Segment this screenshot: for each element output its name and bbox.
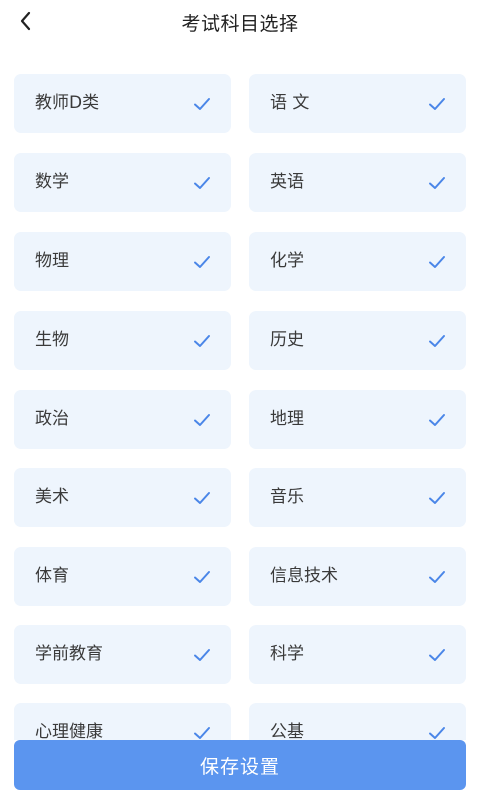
subject-label: 体育 (35, 566, 69, 586)
check-icon (194, 414, 210, 426)
subject-label: 地理 (270, 409, 304, 429)
subject-label: 化学 (270, 251, 304, 271)
check-icon (429, 335, 445, 347)
check-icon (194, 492, 210, 504)
check-icon (194, 571, 210, 583)
subject-card[interactable]: 公基 (249, 703, 466, 740)
subject-card[interactable]: 学前教育 (14, 625, 231, 684)
check-icon (429, 727, 445, 739)
subject-card[interactable]: 生物 (14, 311, 231, 370)
subject-label: 政治 (35, 409, 69, 429)
subject-card[interactable]: 数学 (14, 153, 231, 212)
subject-card[interactable]: 化学 (249, 232, 466, 291)
subject-label: 生物 (35, 330, 69, 350)
subject-label: 科学 (270, 644, 304, 664)
check-icon (429, 177, 445, 189)
subject-label: 物理 (35, 251, 69, 271)
subject-label: 数学 (35, 172, 69, 192)
check-icon (194, 177, 210, 189)
subject-card[interactable]: 体育 (14, 547, 231, 606)
subject-card[interactable]: 心理健康 (14, 703, 231, 740)
check-icon (194, 727, 210, 739)
top-bar: 考试科目选择 (0, 0, 480, 44)
subject-label: 心理健康 (35, 722, 103, 740)
subject-card[interactable]: 科学 (249, 625, 466, 684)
subject-label: 学前教育 (35, 644, 103, 664)
subject-label: 公基 (270, 722, 304, 740)
check-icon (429, 492, 445, 504)
subject-label: 信息技术 (270, 566, 338, 586)
subject-card[interactable]: 物理 (14, 232, 231, 291)
back-button[interactable] (14, 9, 38, 33)
check-icon (194, 256, 210, 268)
subject-card[interactable]: 美术 (14, 468, 231, 527)
subject-card[interactable]: 信息技术 (249, 547, 466, 606)
check-icon (194, 335, 210, 347)
check-icon (194, 98, 210, 110)
subject-label: 英语 (270, 172, 304, 192)
chevron-left-icon (20, 11, 31, 31)
subject-card[interactable]: 音乐 (249, 468, 466, 527)
page-title: 考试科目选择 (181, 12, 299, 35)
subject-card[interactable]: 地理 (249, 390, 466, 449)
check-icon (429, 571, 445, 583)
subject-card[interactable]: 语 文 (249, 74, 466, 133)
save-settings-button[interactable]: 保存设置 (14, 740, 466, 790)
check-icon (429, 256, 445, 268)
check-icon (194, 649, 210, 661)
subject-label: 历史 (270, 330, 304, 350)
subject-grid: 教师D类 语 文 数学 英语 物理 化学 生物 历史 政治 地理 美术 音乐 体… (0, 0, 480, 740)
check-icon (429, 649, 445, 661)
subject-card[interactable]: 历史 (249, 311, 466, 370)
subject-label: 美术 (35, 487, 69, 507)
subject-card[interactable]: 政治 (14, 390, 231, 449)
subject-label: 语 文 (270, 93, 310, 113)
check-icon (429, 414, 445, 426)
subject-label: 音乐 (270, 487, 304, 507)
check-icon (429, 98, 445, 110)
subject-card[interactable]: 教师D类 (14, 74, 231, 133)
subject-card[interactable]: 英语 (249, 153, 466, 212)
subject-label: 教师D类 (35, 93, 100, 113)
